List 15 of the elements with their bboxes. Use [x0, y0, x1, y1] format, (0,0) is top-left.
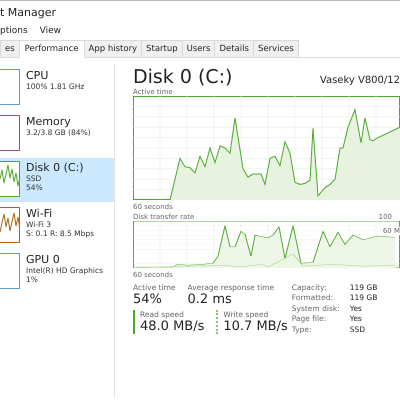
- tab[interactable]: Startup: [141, 40, 183, 57]
- disk-title: Disk 0 (C:): [133, 66, 232, 88]
- menu-item[interactable]: ptions: [0, 26, 28, 36]
- tab[interactable]: Users: [182, 40, 216, 57]
- tab[interactable]: Performance: [18, 40, 85, 58]
- tab[interactable]: Details: [214, 40, 254, 57]
- tab[interactable]: Services: [252, 40, 299, 57]
- disk-model: Vaseky V800/12: [320, 75, 400, 86]
- tab[interactable]: es: [0, 40, 20, 57]
- stat-value: 0.2 ms: [188, 292, 233, 307]
- menu-item[interactable]: View: [40, 26, 62, 36]
- tab[interactable]: App history: [84, 40, 142, 57]
- graph-thumbnail-icon: [0, 161, 20, 197]
- stat-value: 54%: [133, 292, 163, 307]
- window-title: t Manager: [0, 6, 56, 18]
